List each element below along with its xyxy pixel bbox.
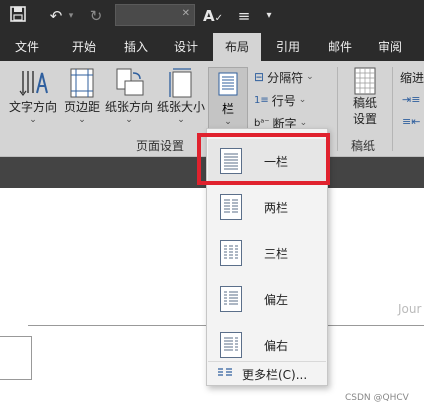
columns-option-three[interactable]: 三栏 (208, 231, 326, 275)
indent-right-icon[interactable]: ≡⇤ (402, 115, 420, 128)
size-button[interactable]: 纸张大小 ⌄ (156, 67, 206, 125)
undo-icon[interactable]: ↶ (46, 6, 66, 26)
text-direction-label: 文字方向 (8, 100, 57, 114)
chevron-down-icon: ⌄ (29, 115, 37, 125)
columns-button[interactable]: 栏 ⌄ (208, 67, 248, 129)
text-direction-icon (19, 71, 48, 96)
columns-option-two[interactable]: 两栏 (208, 185, 326, 229)
columns-option-left[interactable]: 偏左 (208, 277, 326, 321)
hyphenation-icon: bᵃ⁻ (254, 117, 270, 129)
left-column-icon (220, 286, 242, 312)
columns-option-label: 三栏 (264, 247, 289, 261)
group-divider (392, 67, 393, 151)
watermark: CSDN @QHCV (345, 393, 409, 403)
quick-access-toolbar: ↶ ▾ ↻ ✕ A✓ ≡ ▾ (0, 0, 424, 33)
tab-home[interactable]: 开始 (58, 33, 110, 61)
tab-layout[interactable]: 布局 (213, 33, 261, 61)
columns-option-label: 偏右 (264, 339, 289, 353)
columns-label: 栏 (221, 102, 234, 116)
breaks-icon: ⊟ (254, 70, 265, 84)
tab-references[interactable]: 引用 (266, 33, 310, 61)
columns-icon (218, 72, 238, 96)
line-numbers-icon: 1≡ (254, 94, 269, 106)
three-columns-icon (220, 240, 242, 266)
orientation-icon (116, 68, 144, 96)
quick-access-field[interactable]: ✕ (115, 4, 195, 26)
two-columns-icon (220, 194, 242, 220)
draft-paper-icon (354, 67, 376, 95)
draft-group-label: 稿纸 (351, 139, 376, 153)
indent-label: 缩进 (400, 71, 424, 85)
more-icon[interactable]: ▾ (262, 6, 276, 26)
orientation-button[interactable]: 纸张方向 ⌄ (104, 67, 154, 125)
chevron-down-icon: ⌄ (125, 115, 133, 125)
text-direction-button[interactable]: 文字方向 ⌄ (6, 67, 60, 125)
close-icon: ✕ (181, 8, 190, 19)
tab-review[interactable]: 审阅 (366, 33, 414, 61)
ribbon-tabs: 文件 开始 插入 设计 布局 引用 邮件 审阅 (0, 33, 424, 61)
orientation-label: 纸张方向 (104, 100, 153, 114)
tab-file[interactable]: 文件 (2, 33, 52, 61)
more-columns-item[interactable]: 更多栏(C)... (208, 361, 326, 383)
columns-option-label: 两栏 (264, 201, 289, 215)
breaks-label: 分隔符 (267, 70, 304, 85)
draft-paper-button[interactable]: 稿纸 设置 (344, 67, 386, 127)
draft-paper-label-1: 稿纸 (352, 96, 377, 110)
undo-dropdown-icon[interactable]: ▾ (66, 6, 76, 26)
highlight-box (197, 133, 330, 185)
indent-left-icon[interactable]: ⇥≡ (402, 93, 420, 106)
chevron-down-icon: ⌄ (177, 115, 185, 125)
chevron-down-icon: ⌄ (78, 115, 86, 125)
save-icon[interactable] (8, 6, 28, 26)
size-label: 纸张大小 (156, 100, 205, 114)
draft-paper-label-2: 设置 (352, 112, 377, 126)
document-partial-text: Jour (398, 302, 422, 316)
tab-mailings[interactable]: 邮件 (318, 33, 362, 61)
more-columns-icon (218, 368, 232, 376)
list-icon[interactable]: ≡ (234, 6, 254, 26)
tab-insert[interactable]: 插入 (112, 33, 160, 61)
chevron-down-icon: ⌄ (298, 95, 307, 105)
line-numbers-label: 行号 (271, 93, 296, 108)
page-setup-group-label: 页面设置 (136, 139, 185, 153)
document-text-box[interactable] (0, 336, 32, 380)
margins-label: 页边距 (63, 100, 100, 114)
group-divider (337, 67, 338, 151)
chevron-down-icon: ⌄ (299, 118, 308, 128)
columns-option-label: 偏左 (264, 293, 289, 307)
tab-design[interactable]: 设计 (164, 33, 208, 61)
chevron-down-icon: ⌄ (224, 117, 232, 127)
spell-check-icon[interactable]: A✓ (202, 6, 224, 26)
line-numbers-button[interactable]: 1≡ 行号 ⌄ (254, 90, 306, 110)
redo-icon[interactable]: ↻ (86, 6, 106, 26)
margins-icon (70, 68, 94, 98)
right-column-icon (220, 332, 242, 358)
chevron-down-icon: ⌄ (306, 72, 314, 82)
paper-size-icon (169, 68, 192, 98)
more-columns-label: 更多栏(C)... (242, 368, 308, 382)
breaks-button[interactable]: ⊟ 分隔符 ⌄ (254, 67, 314, 87)
margins-button[interactable]: 页边距 ⌄ (62, 67, 102, 125)
